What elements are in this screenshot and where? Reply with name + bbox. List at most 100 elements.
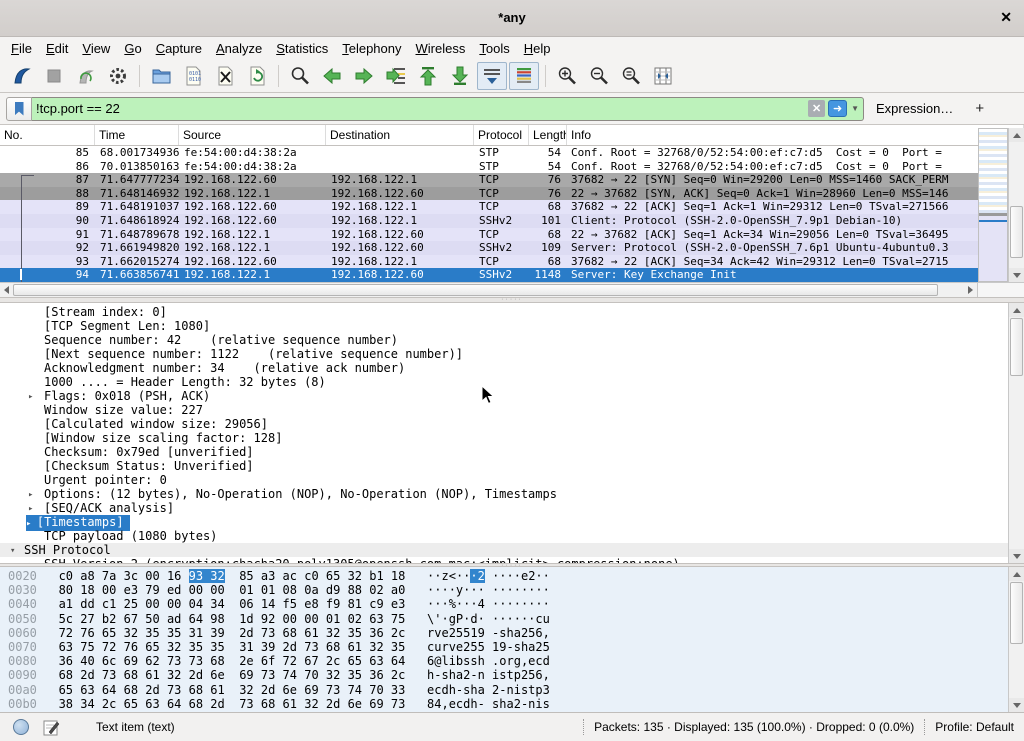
expression-button[interactable]: Expression… xyxy=(876,101,953,116)
start-capture-icon[interactable] xyxy=(7,62,37,90)
detail-line[interactable]: [Stream index: 0] xyxy=(0,305,1008,319)
packet-list-vscrollbar[interactable] xyxy=(1008,128,1024,282)
column-header-info[interactable]: Info xyxy=(567,125,1024,145)
scrollbar-thumb[interactable] xyxy=(1010,206,1023,258)
go-next-packet-icon[interactable] xyxy=(349,62,379,90)
zoom-out-icon[interactable] xyxy=(584,62,614,90)
auto-scroll-toggle-icon[interactable] xyxy=(477,62,507,90)
hex-row-00b0[interactable]: 00b0 38 34 2c 65 63 64 68 2d 73 68 61 32… xyxy=(8,697,1008,711)
go-last-packet-icon[interactable] xyxy=(445,62,475,90)
save-capture-file-icon[interactable]: 01010110 xyxy=(178,62,208,90)
menu-statistics[interactable]: Statistics xyxy=(269,39,335,58)
reload-capture-file-icon[interactable] xyxy=(242,62,272,90)
menu-view[interactable]: View xyxy=(75,39,117,58)
detail-line[interactable]: [TCP Segment Len: 1080] xyxy=(0,319,1008,333)
packet-list-minimap-scrollbar[interactable] xyxy=(978,128,1008,282)
menu-telephony[interactable]: Telephony xyxy=(335,39,408,58)
packet-row-88[interactable]: 8871.648146932192.168.122.1192.168.122.6… xyxy=(0,187,1024,201)
packet-row-94[interactable]: 9471.663856741192.168.122.1192.168.122.6… xyxy=(0,268,1024,282)
detail-line[interactable]: [Window size scaling factor: 128] xyxy=(0,431,1008,445)
close-window-button[interactable]: ✕ xyxy=(1000,9,1012,26)
menu-wireless[interactable]: Wireless xyxy=(409,39,473,58)
column-header-source[interactable]: Source xyxy=(179,125,326,145)
packet-row-86[interactable]: 8670.013850163fe:54:00:d4:38:2aSTP54Conf… xyxy=(0,160,1024,174)
profile-status[interactable]: Profile: Default xyxy=(935,720,1014,734)
hex-row-0040[interactable]: 0040 a1 dd c1 25 00 00 04 34 06 14 f5 e8… xyxy=(8,597,1008,611)
zoom-in-icon[interactable] xyxy=(552,62,582,90)
display-filter-value[interactable]: !tcp.port == 22 xyxy=(36,101,808,116)
scrollbar-thumb[interactable] xyxy=(1010,582,1023,644)
expert-info-icon[interactable] xyxy=(13,719,29,735)
menu-help[interactable]: Help xyxy=(517,39,558,58)
find-packet-icon[interactable] xyxy=(285,62,315,90)
menu-edit[interactable]: Edit xyxy=(39,39,75,58)
scrollbar-thumb[interactable] xyxy=(1010,318,1023,376)
detail-line[interactable]: ▸ [Timestamps] xyxy=(0,515,1008,529)
detail-line[interactable]: ▸[SEQ/ACK analysis] xyxy=(0,501,1008,515)
detail-line[interactable]: [Calculated window size: 29056] xyxy=(0,417,1008,431)
hex-row-0070[interactable]: 0070 63 75 72 76 65 32 35 35 31 39 2d 73… xyxy=(8,640,1008,654)
detail-line[interactable]: 1000 .... = Header Length: 32 bytes (8) xyxy=(0,375,1008,389)
scroll-down-icon[interactable] xyxy=(1009,698,1024,712)
scroll-down-icon[interactable] xyxy=(1009,549,1024,563)
packet-row-90[interactable]: 9071.648618924192.168.122.60192.168.122.… xyxy=(0,214,1024,228)
hex-row-0030[interactable]: 0030 80 18 00 e3 79 ed 00 00 01 01 08 0a… xyxy=(8,583,1008,597)
menu-analyze[interactable]: Analyze xyxy=(209,39,269,58)
open-capture-file-icon[interactable] xyxy=(146,62,176,90)
menu-file[interactable]: File xyxy=(4,39,39,58)
column-header-protocol[interactable]: Protocol xyxy=(474,125,529,145)
detail-line[interactable]: [Checksum Status: Unverified] xyxy=(0,459,1008,473)
capture-comment-icon[interactable] xyxy=(43,719,60,736)
packet-list-hscrollbar[interactable] xyxy=(0,282,977,297)
filter-bookmark-button[interactable] xyxy=(6,97,32,121)
go-to-packet-icon[interactable] xyxy=(381,62,411,90)
hex-row-0050[interactable]: 0050 5c 27 b2 67 50 ad 64 98 1d 92 00 00… xyxy=(8,612,1008,626)
packet-row-91[interactable]: 9171.648789678192.168.122.1192.168.122.6… xyxy=(0,228,1024,242)
scroll-right-icon[interactable] xyxy=(964,283,977,297)
packet-list-header[interactable]: No.TimeSourceDestinationProtocolLengthIn… xyxy=(0,125,1024,146)
stop-capture-icon[interactable] xyxy=(39,62,69,90)
zoom-original-icon[interactable] xyxy=(616,62,646,90)
menu-capture[interactable]: Capture xyxy=(149,39,209,58)
scroll-left-icon[interactable] xyxy=(0,283,13,297)
go-previous-packet-icon[interactable] xyxy=(317,62,347,90)
detail-line[interactable]: Urgent pointer: 0 xyxy=(0,473,1008,487)
menu-tools[interactable]: Tools xyxy=(472,39,516,58)
detail-line[interactable]: TCP payload (1080 bytes) xyxy=(0,529,1008,543)
close-capture-file-icon[interactable] xyxy=(210,62,240,90)
detail-line[interactable]: Checksum: 0x79ed [unverified] xyxy=(0,445,1008,459)
column-header-no[interactable]: No. xyxy=(0,125,95,145)
detail-line[interactable]: [Next sequence number: 1122 (relative se… xyxy=(0,347,1008,361)
column-header-time[interactable]: Time xyxy=(95,125,179,145)
packet-row-92[interactable]: 9271.661949820192.168.122.1192.168.122.6… xyxy=(0,241,1024,255)
detail-line[interactable]: ▸Options: (12 bytes), No-Operation (NOP)… xyxy=(0,487,1008,501)
scroll-up-icon[interactable] xyxy=(1009,567,1024,581)
packet-row-87[interactable]: 8771.647777234192.168.122.60192.168.122.… xyxy=(0,173,1024,187)
detail-line[interactable]: Sequence number: 42 (relative sequence n… xyxy=(0,333,1008,347)
capture-options-icon[interactable] xyxy=(103,62,133,90)
colorize-toggle-icon[interactable] xyxy=(509,62,539,90)
scroll-up-icon[interactable] xyxy=(1009,303,1024,317)
hex-row-00a0[interactable]: 00a0 65 63 64 68 2d 73 68 61 32 2d 6e 69… xyxy=(8,683,1008,697)
packet-row-89[interactable]: 8971.648191037192.168.122.60192.168.122.… xyxy=(0,200,1024,214)
resize-columns-icon[interactable] xyxy=(648,62,678,90)
add-filter-button[interactable]: + xyxy=(967,100,992,117)
packet-row-85[interactable]: 8568.001734936fe:54:00:d4:38:2aSTP54Conf… xyxy=(0,146,1024,160)
scroll-down-icon[interactable] xyxy=(1009,268,1024,282)
hex-row-0020[interactable]: 0020 c0 a8 7a 3c 00 16 93 32 85 a3 ac c0… xyxy=(8,569,1008,583)
menu-go[interactable]: Go xyxy=(117,39,148,58)
filter-clear-button[interactable]: ✕ xyxy=(808,100,825,117)
details-vscrollbar[interactable] xyxy=(1008,303,1024,563)
hex-row-0060[interactable]: 0060 72 76 65 32 35 35 31 39 2d 73 68 61… xyxy=(8,626,1008,640)
filter-apply-button[interactable]: ➜ xyxy=(828,100,847,117)
hex-row-0080[interactable]: 0080 36 40 6c 69 62 73 73 68 2e 6f 72 67… xyxy=(8,654,1008,668)
filter-dropdown-caret[interactable]: ▼ xyxy=(851,104,859,113)
column-header-destination[interactable]: Destination xyxy=(326,125,474,145)
hscrollbar-thumb[interactable] xyxy=(13,284,938,296)
hex-row-0090[interactable]: 0090 68 2d 73 68 61 32 2d 6e 69 73 74 70… xyxy=(8,668,1008,682)
detail-line[interactable]: Window size value: 227 xyxy=(0,403,1008,417)
detail-line[interactable]: ▸Flags: 0x018 (PSH, ACK) xyxy=(0,389,1008,403)
packet-row-93[interactable]: 9371.662015274192.168.122.60192.168.122.… xyxy=(0,255,1024,269)
display-filter-input[interactable]: !tcp.port == 22 ✕ ➜ ▼ xyxy=(32,97,864,121)
restart-capture-icon[interactable] xyxy=(71,62,101,90)
